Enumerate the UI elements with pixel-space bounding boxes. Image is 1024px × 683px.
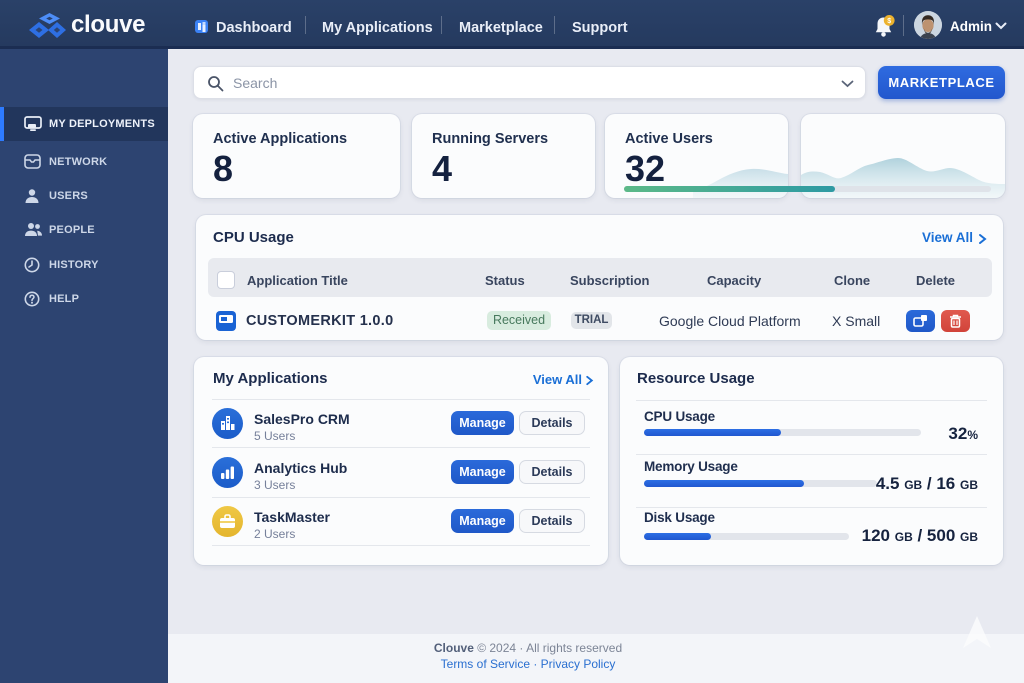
svg-text:$: $	[887, 18, 891, 25]
